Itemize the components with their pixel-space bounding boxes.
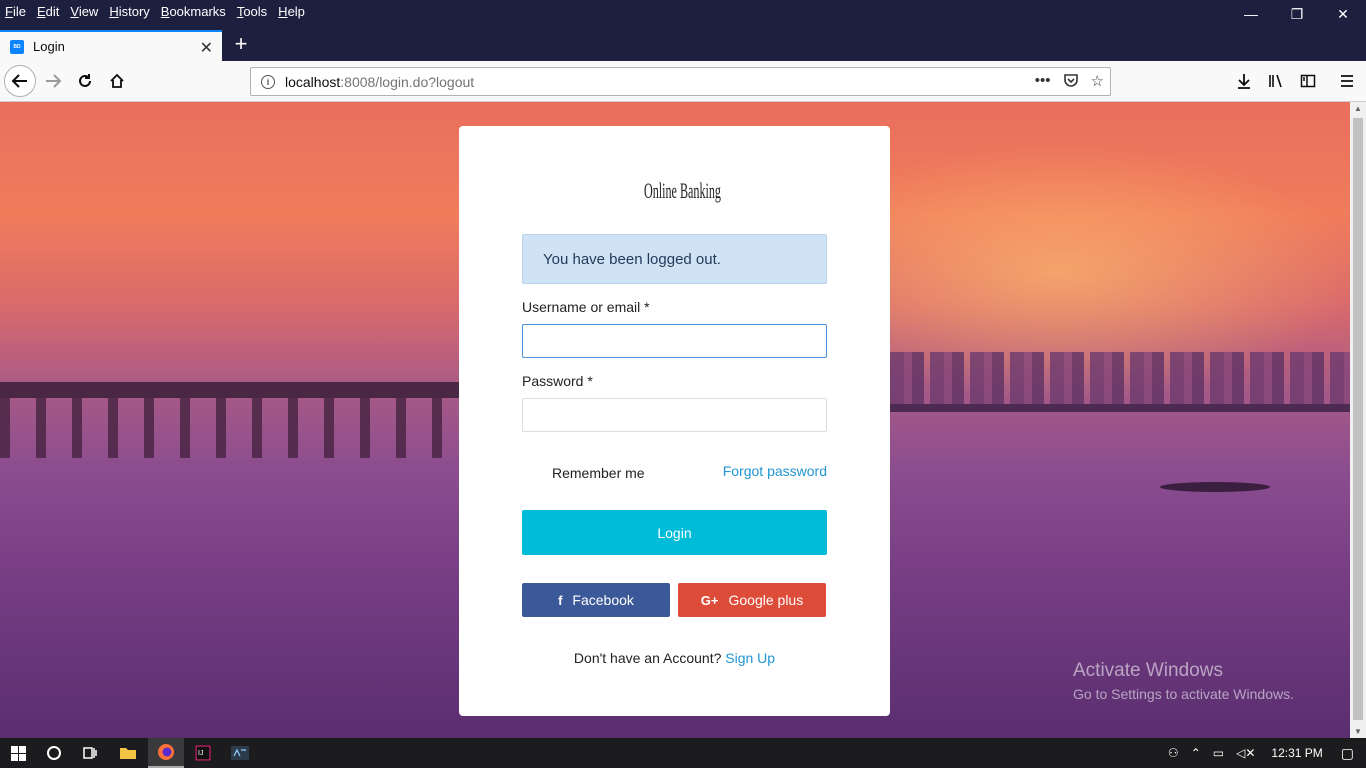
bookmark-star-icon[interactable]: ☆ xyxy=(1091,72,1104,92)
favicon-icon: BD xyxy=(10,39,24,54)
login-button[interactable]: Login xyxy=(522,510,827,555)
restore-button[interactable]: ❐ xyxy=(1274,0,1320,28)
menu-bar: File Edit View History Bookmarks Tools H… xyxy=(0,0,315,22)
facebook-icon: f xyxy=(558,592,563,608)
url-host: localhost xyxy=(285,73,341,90)
cortana-icon[interactable] xyxy=(36,738,72,768)
username-input[interactable] xyxy=(522,324,827,358)
downloads-icon[interactable] xyxy=(1229,66,1259,96)
menu-history[interactable]: History xyxy=(108,2,150,21)
clock[interactable]: 12:31 PM xyxy=(1271,746,1322,760)
page-scrollbar[interactable]: ▲ ▼ xyxy=(1350,102,1366,738)
mysql-icon[interactable] xyxy=(222,738,258,768)
shoreline xyxy=(890,404,1350,412)
page-actions-icon[interactable]: ••• xyxy=(1035,72,1051,92)
city-skyline xyxy=(890,352,1350,412)
firefox-icon[interactable] xyxy=(148,738,184,768)
file-explorer-icon[interactable] xyxy=(110,738,146,768)
google-plus-label: Google plus xyxy=(728,592,804,608)
password-input[interactable] xyxy=(522,398,827,432)
scrollbar-thumb[interactable] xyxy=(1353,118,1363,720)
intellij-icon[interactable]: IJ xyxy=(185,738,221,768)
library-icon[interactable] xyxy=(1261,66,1291,96)
watermark-title: Activate Windows xyxy=(1073,660,1223,681)
close-window-button[interactable]: ✕ xyxy=(1320,0,1366,28)
password-label: Password * xyxy=(522,373,593,389)
minimize-button[interactable]: — xyxy=(1228,0,1274,28)
url-bar[interactable]: i localhost:8008/login.do?logout ••• ☆ xyxy=(250,67,1111,96)
forward-icon[interactable] xyxy=(38,66,68,96)
signup-link[interactable]: Sign Up xyxy=(725,650,775,666)
info-icon[interactable]: i xyxy=(261,74,275,89)
menu-file[interactable]: File xyxy=(4,2,27,21)
network-icon[interactable]: ▭ xyxy=(1213,746,1224,760)
sidebar-icon[interactable] xyxy=(1293,66,1323,96)
menu-view[interactable]: View xyxy=(69,2,99,21)
watermark-subtitle: Go to Settings to activate Windows. xyxy=(1073,686,1294,702)
home-icon[interactable] xyxy=(102,66,132,96)
notifications-icon[interactable]: ▢ xyxy=(1341,745,1354,762)
windows-taskbar: IJ ⚇ ⌃ ▭ ◁✕ 12:31 PM ▢ xyxy=(0,738,1366,768)
signup-prompt: Don't have an Account? Sign Up xyxy=(459,650,890,666)
tab-login[interactable]: BD Login ✕ xyxy=(0,30,222,61)
rocks xyxy=(1160,482,1270,492)
task-view-icon[interactable] xyxy=(72,738,108,768)
facebook-button[interactable]: f Facebook xyxy=(522,583,670,617)
window-controls: — ❐ ✕ xyxy=(1228,0,1366,28)
google-plus-icon: G+ xyxy=(700,592,719,608)
menu-help[interactable]: Help xyxy=(277,2,306,21)
menu-tools[interactable]: Tools xyxy=(236,2,268,21)
menu-edit[interactable]: Edit xyxy=(36,2,60,21)
browser-titlebar: File Edit View History Bookmarks Tools H… xyxy=(0,0,1366,61)
menu-icon[interactable] xyxy=(1332,66,1362,96)
reload-icon[interactable] xyxy=(70,66,100,96)
scroll-up-icon[interactable]: ▲ xyxy=(1354,104,1362,113)
tab-title: Login xyxy=(33,39,65,54)
url-actions: ••• ☆ xyxy=(1035,72,1104,92)
new-tab-button[interactable]: + xyxy=(229,32,253,56)
start-icon[interactable] xyxy=(0,738,36,768)
people-icon[interactable]: ⚇ xyxy=(1168,746,1179,760)
forgot-password-link[interactable]: Forgot password xyxy=(723,463,827,479)
remember-me-checkbox-label[interactable]: Remember me xyxy=(552,465,645,481)
logout-alert: You have been logged out. xyxy=(522,234,827,284)
svg-text:IJ: IJ xyxy=(198,750,203,757)
no-account-text: Don't have an Account? xyxy=(573,650,722,666)
login-card: Online Banking You have been logged out.… xyxy=(459,126,890,716)
chevron-up-icon[interactable]: ⌃ xyxy=(1191,746,1201,760)
google-plus-button[interactable]: G+ Google plus xyxy=(678,583,826,617)
activate-windows-watermark: Activate Windows Go to Settings to activ… xyxy=(1073,660,1294,702)
volume-muted-icon[interactable]: ◁✕ xyxy=(1236,746,1255,760)
url-path: :8008/login.do?logout xyxy=(340,73,475,90)
system-tray: ⚇ ⌃ ▭ ◁✕ 12:31 PM ▢ xyxy=(1168,738,1366,768)
bridge-pillars xyxy=(0,398,460,458)
logo: Online Banking xyxy=(644,178,721,203)
bridge-deck xyxy=(0,382,460,398)
menu-bookmarks[interactable]: Bookmarks xyxy=(160,2,227,21)
back-icon[interactable] xyxy=(4,65,36,97)
pocket-icon[interactable] xyxy=(1063,72,1079,92)
close-tab-icon[interactable]: ✕ xyxy=(200,38,213,58)
scroll-down-icon[interactable]: ▼ xyxy=(1354,727,1362,736)
facebook-label: Facebook xyxy=(572,592,634,608)
username-label: Username or email * xyxy=(522,299,650,315)
